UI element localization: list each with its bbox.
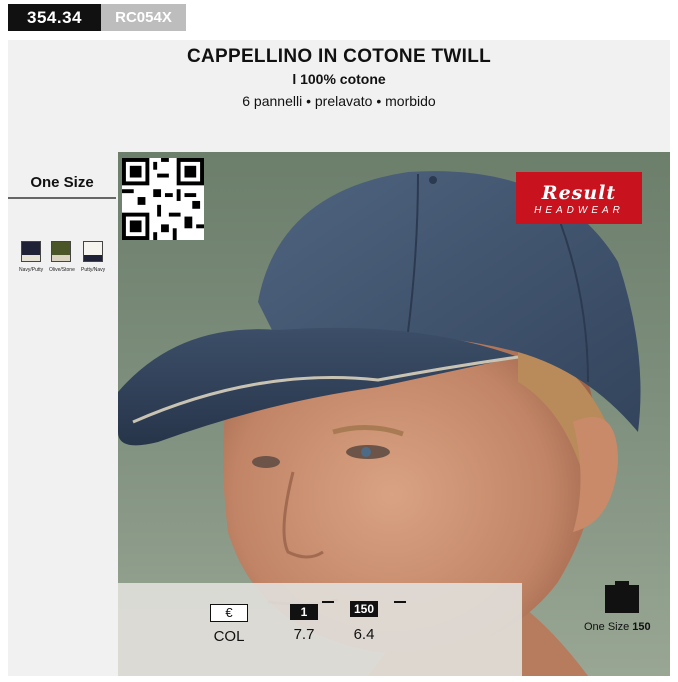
article-code: RC054X [101,4,186,31]
swatch-top [22,242,40,256]
brand-line: HEADWEAR [534,205,624,216]
qty-150-price: 6.4 [353,626,375,643]
swatch-top [52,242,70,256]
swatch-bottom [84,255,102,261]
sidebar: One Size Navy/Putty Olive/Stone Putty/Na… [8,152,118,676]
price-col-qty150: 150 6.4 [322,600,406,643]
swatch-bottom [52,255,70,261]
brand-logo: Result HEADWEAR [516,172,642,224]
qty-150-box: 150 [350,601,378,617]
tick-left [322,601,334,603]
color-swatch-navy-putty[interactable] [21,241,41,262]
color-swatch-olive-stone[interactable] [51,241,71,262]
swatch-top [84,242,102,256]
tick-right [394,601,406,603]
product-features: 6 pannelli • prelavato • morbido [242,93,436,109]
product-material: l 100% cotone [292,71,386,87]
swatch-label: Navy/Putty [19,267,44,273]
pack-qty: 150 [632,621,651,633]
price-col-qty1: 1 7.7 [284,604,324,643]
col-label: COL [213,628,245,645]
price-col-color: € COL [204,604,254,645]
swatch-bottom [22,255,40,261]
pack-info: One Size 150 [584,621,651,633]
brand-name: Result [541,182,617,204]
swatch-label: Putty/Navy [81,267,106,273]
swatch-label: Olive/Stone [49,267,75,273]
qty-1-box: 1 [290,604,318,620]
pack-size: One Size [584,621,630,633]
product-title: CAPPELLINO IN COTONE TWILL [186,46,492,67]
carton-icon [605,581,639,613]
euro-box: € [210,604,248,622]
qty-1-price: 7.7 [293,626,315,643]
qr-code[interactable] [122,158,204,240]
qty-150-marker: 150 [322,600,406,620]
color-swatch-putty-navy[interactable] [83,241,103,262]
product-header: CAPPELLINO IN COTONE TWILL l 100% cotone… [8,40,670,152]
price-table: € COL 1 7.7 150 6.4 [118,583,522,676]
product-code: 354.34 [8,4,101,31]
size-label: One Size [30,174,94,191]
divider [8,197,116,199]
